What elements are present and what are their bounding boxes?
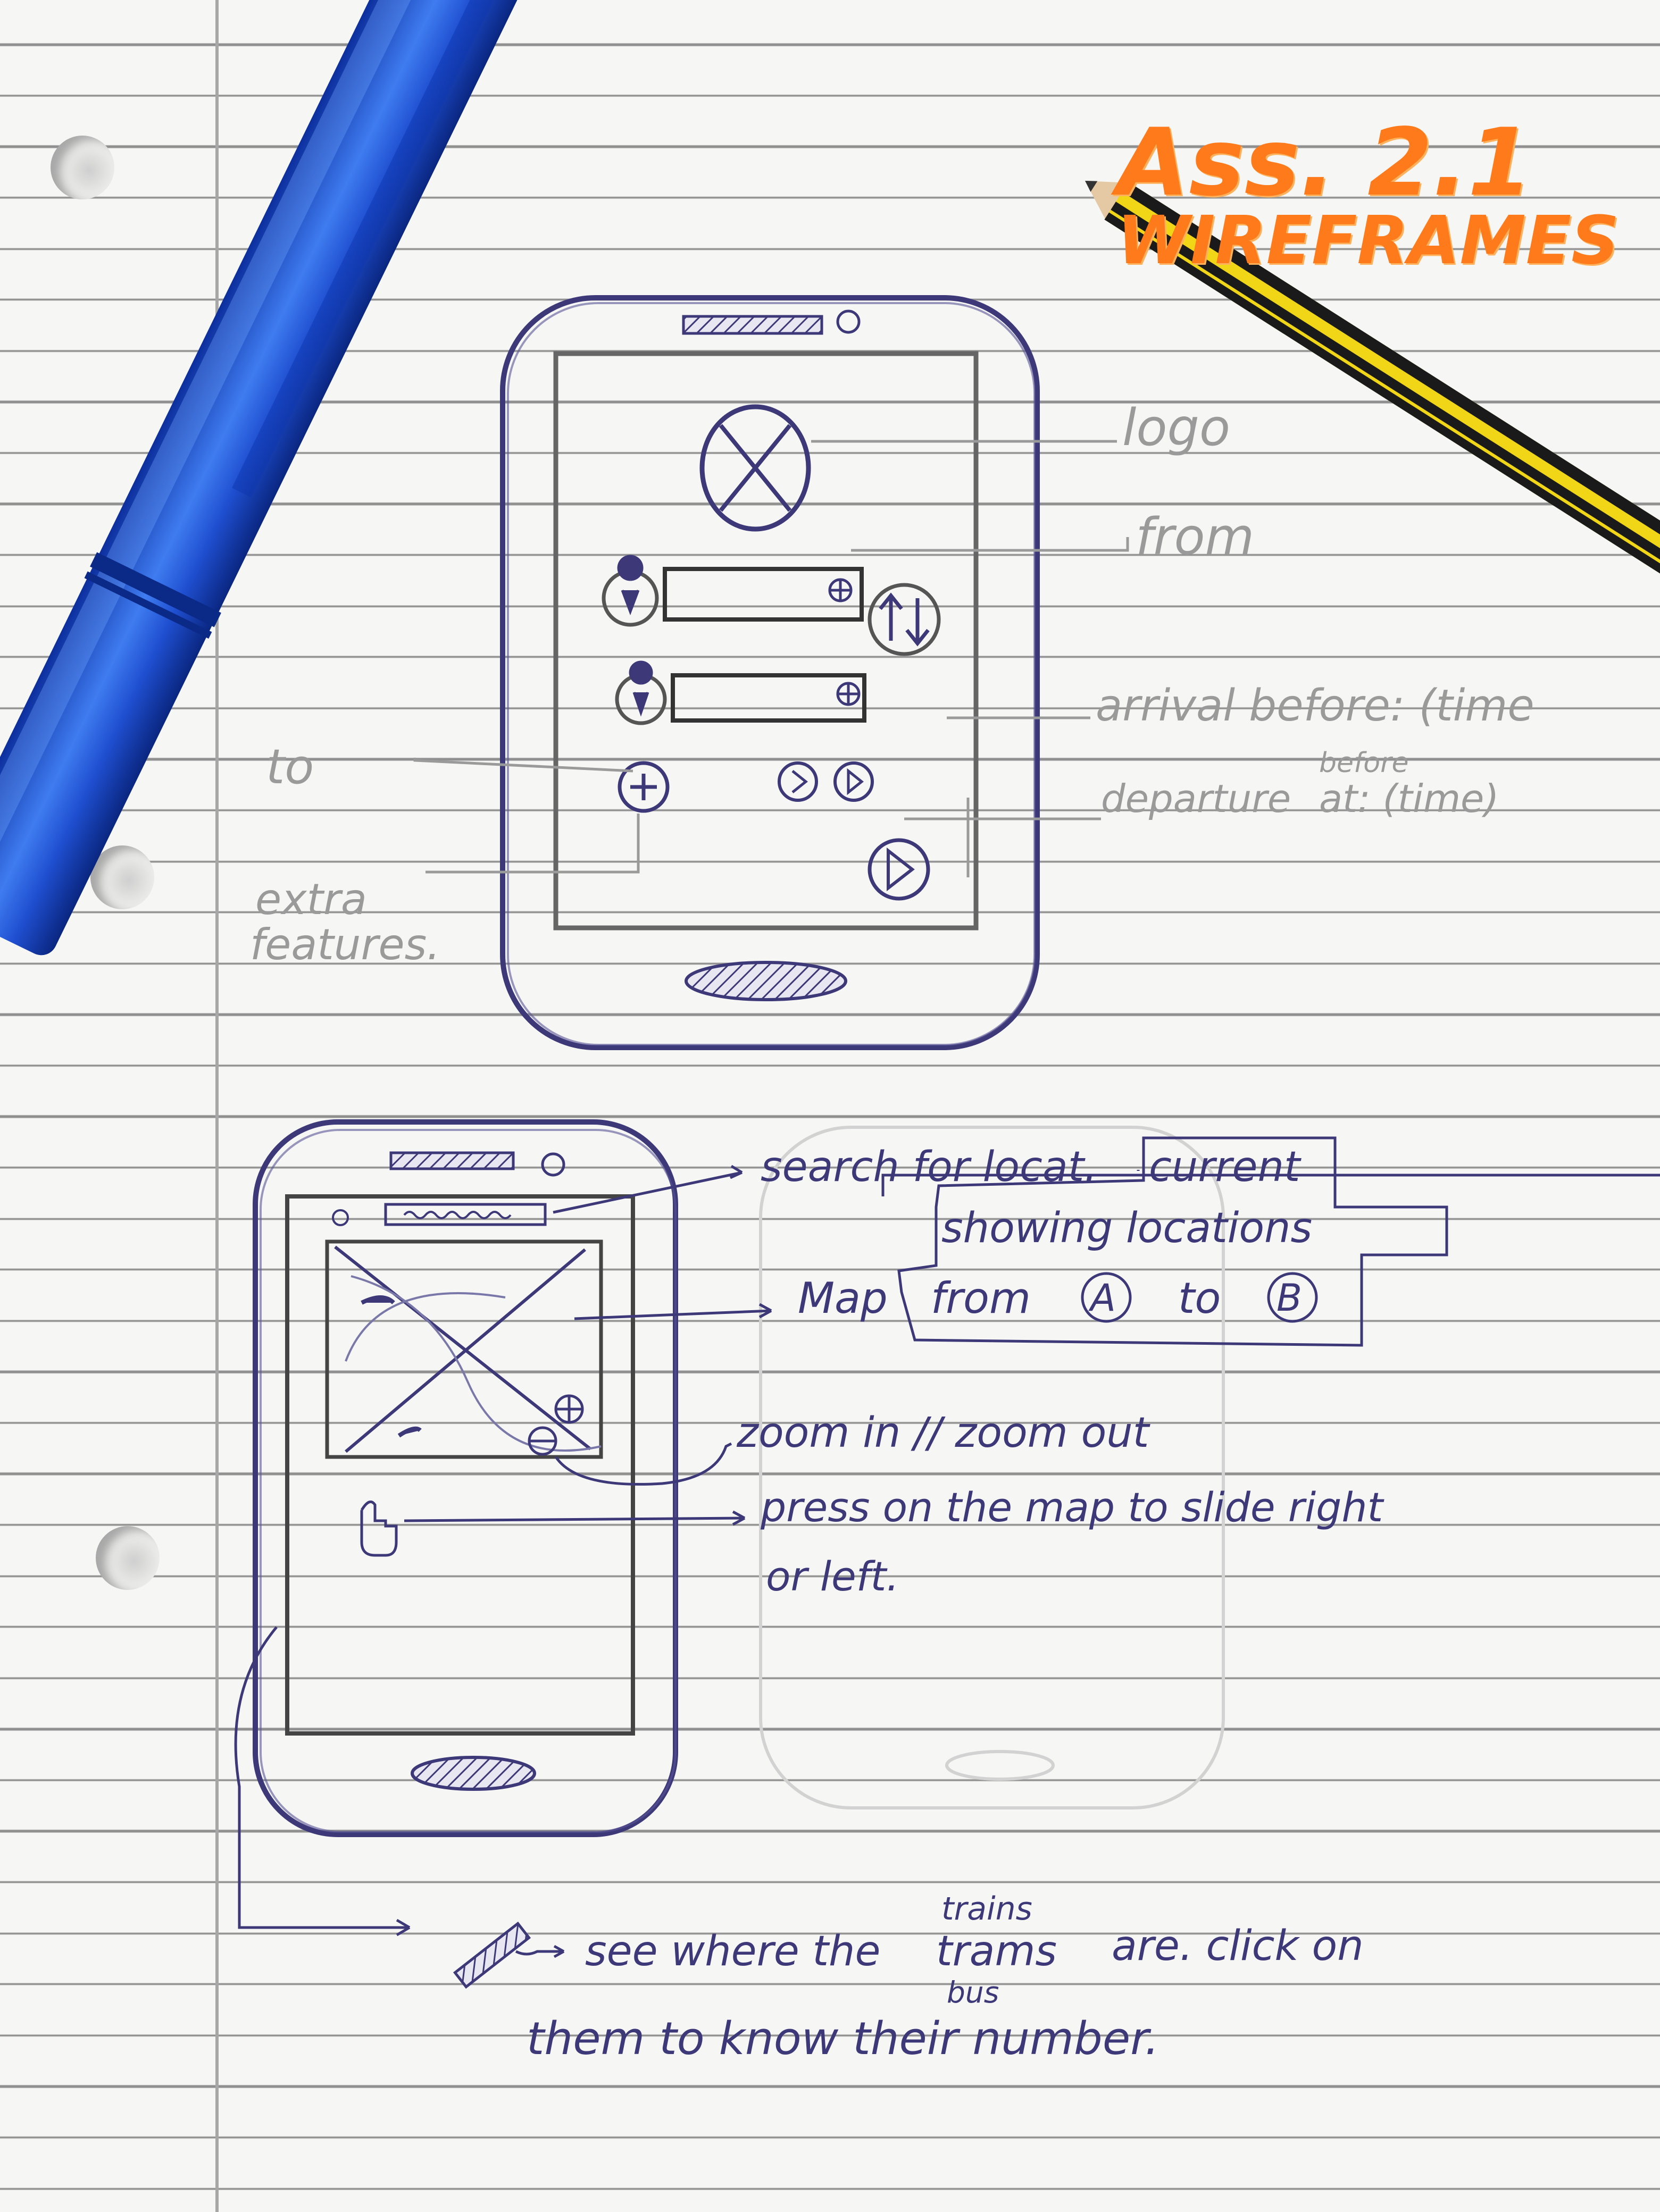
from-field [602,555,864,627]
pencil-leader-lines-1 [413,440,1129,877]
showing-locations-annotation: showing locations [941,1204,1313,1252]
trams-annotation: trams [936,1928,1057,1975]
current-annotation: current [1149,1143,1300,1191]
zoom-in-icon [554,1394,584,1424]
camera-icon [836,309,861,334]
to-field [615,660,866,725]
departure-before-annotation: before [1319,747,1409,779]
phone-wireframe-1 [500,295,1040,1050]
home-button [685,961,847,1001]
departure-annotation: departure [1101,776,1291,821]
extra-annotation: extra [255,875,367,924]
see-where-annotation: see where the [585,1928,881,1975]
departure-time-annotation: at: (time) [1319,776,1499,821]
logo-annotation: logo [1122,399,1230,457]
search-bar [332,1203,547,1226]
zoom-annotation: zoom in // zoom out [737,1409,1149,1457]
hand-icon [360,1500,398,1557]
map-placeholder [325,1239,603,1459]
features-annotation: features. [250,920,440,969]
from-annotation: from [1136,508,1255,566]
search-annotation: search for locat. [761,1143,1098,1191]
bus-annotation: bus [947,1975,999,2009]
play-icon [867,838,930,901]
speaker-grill [389,1151,515,1170]
phone-wireframe-2 [253,1119,678,1837]
wireframes-heading: WIREFRAMES [1117,202,1620,279]
press-map-annotation: press on the map to slide right [761,1484,1383,1531]
trains-annotation: trains [941,1890,1032,1928]
to-annotation-2: to [1178,1273,1221,1323]
to-annotation: to [266,739,314,795]
circle-a-label: A [1090,1276,1116,1320]
from-annotation-2: from [931,1273,1031,1323]
assignment-title: Ass. 2.1 [1117,109,1533,217]
them-to-know-annotation: them to know their number. [527,2013,1160,2065]
speaker-grill [682,315,823,335]
blue-pen [0,0,521,956]
tram-icon [453,1921,531,1989]
sketch-scene [0,0,1660,1989]
or-left-annotation: or left. [766,1553,899,1600]
logo-placeholder-icon [699,404,811,532]
are-click-annotation: are. click on [1112,1922,1364,1970]
swap-icon [867,583,941,656]
map-annotation: Map [798,1273,888,1323]
time-option-icons [778,761,874,802]
circle-b-label: B [1277,1276,1303,1320]
arrival-annotation: arrival before: (time [1096,681,1534,731]
home-button [411,1756,536,1791]
zoom-out-icon [528,1426,557,1456]
camera-icon [541,1152,565,1177]
